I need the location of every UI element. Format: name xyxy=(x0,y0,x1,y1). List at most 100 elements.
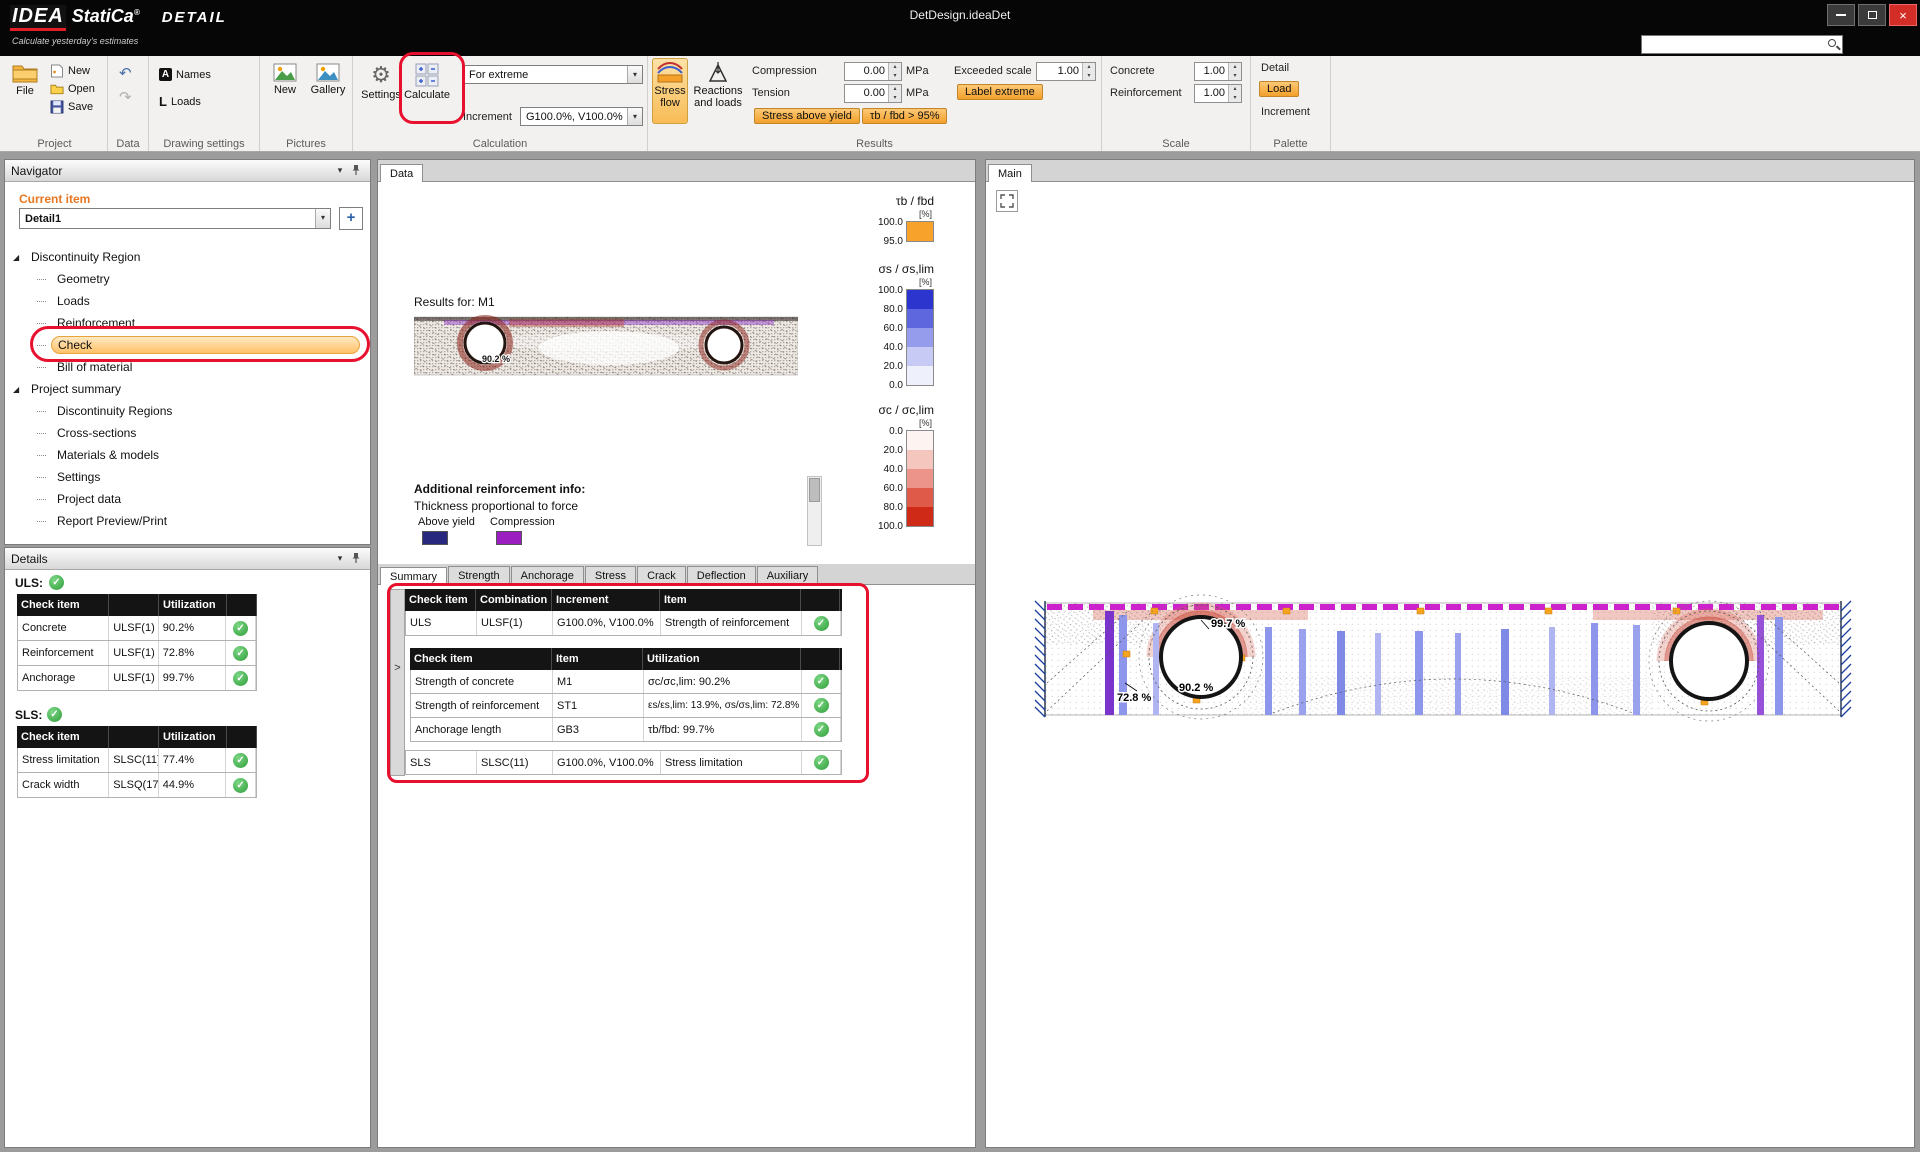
scrollbar[interactable] xyxy=(807,476,822,546)
scale-reinforcement-spinner[interactable]: ▴▾ xyxy=(1228,85,1241,102)
spin-down-icon[interactable]: ▾ xyxy=(1083,72,1095,81)
uls-row-concrete[interactable]: Concrete ULSF(1) 90.2% ✓ xyxy=(17,616,257,641)
collapse-icon[interactable]: ▾ xyxy=(332,553,348,564)
chevron-down-icon[interactable]: ▾ xyxy=(315,209,330,228)
nav-item-bill-of-material[interactable]: Bill of material xyxy=(5,356,370,378)
nav-item-discontinuity-regions[interactable]: Discontinuity Regions xyxy=(5,400,370,422)
sub-row-strength-concrete[interactable]: Strength of concrete M1 σc/σc,lim: 90.2%… xyxy=(410,670,842,694)
save-button[interactable]: Save xyxy=(50,100,93,114)
tension-field[interactable]: 0.00 ▴▾ xyxy=(844,84,902,103)
spin-down-icon[interactable]: ▾ xyxy=(1229,94,1241,103)
scale-concrete-spinner[interactable]: ▴▾ xyxy=(1228,63,1241,80)
row-expand-marker[interactable]: > xyxy=(391,662,404,674)
palette-increment-button[interactable]: Increment xyxy=(1261,106,1310,118)
spin-up-icon[interactable]: ▴ xyxy=(889,85,901,94)
tension-value[interactable]: 0.00 xyxy=(845,85,888,102)
compression-field[interactable]: 0.00 ▴▾ xyxy=(844,62,902,81)
gallery-button[interactable]: Gallery xyxy=(308,60,348,122)
tab-summary[interactable]: Summary xyxy=(380,567,447,585)
check-result-view[interactable]: 99.7 % 72.8 % 90.2 % xyxy=(1033,593,1853,743)
chevron-down-icon[interactable]: ▾ xyxy=(627,66,642,83)
spin-up-icon[interactable]: ▴ xyxy=(1229,63,1241,72)
scrollbar-thumb[interactable] xyxy=(809,478,820,502)
chevron-down-icon[interactable]: ▾ xyxy=(627,108,642,125)
exceeded-scale-field[interactable]: 1.00 ▴▾ xyxy=(1036,62,1096,81)
nav-item-reinforcement[interactable]: Reinforcement xyxy=(5,312,370,334)
collapse-icon[interactable]: ▾ xyxy=(332,165,348,176)
open-button[interactable]: Open xyxy=(50,82,95,96)
spin-up-icon[interactable]: ▴ xyxy=(889,63,901,72)
spin-up-icon[interactable]: ▴ xyxy=(1083,63,1095,72)
spin-down-icon[interactable]: ▾ xyxy=(889,72,901,81)
sls-row-stress-limitation[interactable]: Stress limitation SLSC(11) 77.4% ✓ xyxy=(17,748,257,773)
calculate-button[interactable]: Calculate xyxy=(405,60,449,122)
picture-new-button[interactable]: New xyxy=(266,60,304,122)
search-box[interactable] xyxy=(1641,35,1843,54)
close-button[interactable]: × xyxy=(1889,4,1917,26)
minimize-button[interactable] xyxy=(1827,4,1855,26)
exceeded-scale-spinner[interactable]: ▴▾ xyxy=(1082,63,1095,80)
compression-value[interactable]: 0.00 xyxy=(845,63,888,80)
tab-deflection[interactable]: Deflection xyxy=(687,566,756,584)
redo-button[interactable]: ↷ xyxy=(119,88,132,106)
tab-anchorage[interactable]: Anchorage xyxy=(511,566,584,584)
spin-up-icon[interactable]: ▴ xyxy=(1229,85,1241,94)
sls-row-crack-width[interactable]: Crack width SLSQ(17) 44.9% ✓ xyxy=(17,773,257,798)
increment-dropdown[interactable]: G100.0%, V100.0% ▾ xyxy=(520,107,643,126)
tb-fbd-button[interactable]: τb / fbd > 95% xyxy=(862,108,947,124)
stress-above-yield-button[interactable]: Stress above yield xyxy=(754,108,860,124)
file-button[interactable]: File xyxy=(6,60,44,122)
palette-load-button[interactable]: Load xyxy=(1259,81,1299,97)
stress-flow-button[interactable]: Stress flow xyxy=(652,58,688,124)
spin-down-icon[interactable]: ▾ xyxy=(1229,72,1241,81)
nav-item-cross-sections[interactable]: Cross-sections xyxy=(5,422,370,444)
tab-crack[interactable]: Crack xyxy=(637,566,686,584)
scale-reinforcement-value[interactable]: 1.00 xyxy=(1195,85,1228,102)
nav-item-check[interactable]: Check xyxy=(5,334,370,356)
add-item-button[interactable]: + xyxy=(339,207,363,230)
summary-row-uls[interactable]: ULS ULSF(1) G100.0%, V100.0% Strength of… xyxy=(405,611,842,636)
scale-concrete-value[interactable]: 1.00 xyxy=(1195,63,1228,80)
compression-spinner[interactable]: ▴▾ xyxy=(888,63,901,80)
sub-row-strength-reinforcement[interactable]: Strength of reinforcement ST1 εs/εs,lim:… xyxy=(410,694,842,718)
fit-view-button[interactable] xyxy=(996,190,1018,212)
tree-expand-icon[interactable]: ◢ xyxy=(13,385,25,394)
spin-down-icon[interactable]: ▾ xyxy=(889,94,901,103)
summary-row-sls[interactable]: SLS SLSC(11) G100.0%, V100.0% Stress lim… xyxy=(405,750,842,775)
tab-stress[interactable]: Stress xyxy=(585,566,636,584)
uls-row-anchorage[interactable]: Anchorage ULSF(1) 99.7% ✓ xyxy=(17,666,257,691)
loads-toggle[interactable]: L Loads xyxy=(159,94,201,109)
uls-row-reinforcement[interactable]: Reinforcement ULSF(1) 72.8% ✓ xyxy=(17,641,257,666)
tab-strength[interactable]: Strength xyxy=(448,566,510,584)
search-input[interactable] xyxy=(1642,37,1826,52)
nav-item-geometry[interactable]: Geometry xyxy=(5,268,370,290)
names-toggle[interactable]: A Names xyxy=(159,68,211,81)
sub-row-anchorage-length[interactable]: Anchorage length GB3 τb/fbd: 99.7% ✓ xyxy=(410,718,842,742)
tab-auxiliary[interactable]: Auxiliary xyxy=(757,566,819,584)
scale-reinforcement-field[interactable]: 1.00 ▴▾ xyxy=(1194,84,1242,103)
new-button[interactable]: New xyxy=(50,64,90,78)
nav-item-settings[interactable]: Settings xyxy=(5,466,370,488)
palette-detail-button[interactable]: Detail xyxy=(1261,62,1289,74)
nav-item-materials-models[interactable]: Materials & models xyxy=(5,444,370,466)
undo-button[interactable]: ↶ xyxy=(119,64,132,82)
nav-item-report-preview-print[interactable]: Report Preview/Print xyxy=(5,510,370,532)
scale-concrete-field[interactable]: 1.00 ▴▾ xyxy=(1194,62,1242,81)
nav-item-loads[interactable]: Loads xyxy=(5,290,370,312)
extreme-dropdown[interactable]: For extreme ▾ xyxy=(463,65,643,84)
tree-expand-icon[interactable]: ◢ xyxy=(13,253,25,262)
reactions-button[interactable]: Reactions and loads xyxy=(690,58,746,124)
nav-item-discontinuity-region[interactable]: ◢Discontinuity Region xyxy=(5,246,370,268)
label-extreme-button[interactable]: Label extreme xyxy=(957,84,1043,100)
restore-button[interactable] xyxy=(1858,4,1886,26)
exceeded-scale-value[interactable]: 1.00 xyxy=(1037,63,1082,80)
current-item-dropdown[interactable]: Detail1 ▾ xyxy=(19,208,331,229)
pin-icon[interactable] xyxy=(348,164,364,178)
pin-icon[interactable] xyxy=(348,552,364,566)
nav-item-project-summary[interactable]: ◢Project summary xyxy=(5,378,370,400)
settings-button[interactable]: ⚙ Settings xyxy=(361,60,401,122)
tab-data[interactable]: Data xyxy=(380,164,423,182)
tab-main[interactable]: Main xyxy=(988,164,1032,182)
search-icon[interactable] xyxy=(1826,37,1842,53)
tension-spinner[interactable]: ▴▾ xyxy=(888,85,901,102)
